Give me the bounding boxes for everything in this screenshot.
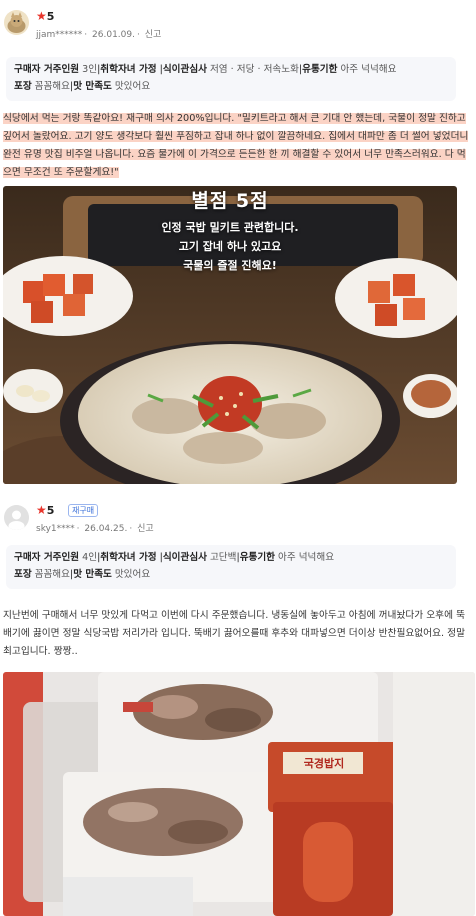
review-text-content: 지난번에 구매해서 너무 맛있게 다먹고 이번에 다시 주문했습니다. 냉동실에…	[3, 610, 465, 657]
star-icon: ★	[36, 503, 47, 517]
photo-overlay: 별점 5점 인정 국밥 밀키트 관련합니다. 고기 잡네 하나 있고요 국물의 …	[3, 186, 457, 273]
avatar[interactable]	[4, 10, 29, 35]
photo-title: 별점 5점	[191, 190, 269, 212]
avatar[interactable]	[4, 505, 29, 530]
attr-key: 구매자 거주인원	[14, 64, 80, 75]
photo-line: 고기 잡네 하나 있고요	[178, 240, 282, 253]
photo-line: 국물의 즐절 진해요!	[183, 259, 277, 272]
rating-value: 5	[46, 10, 55, 23]
review-meta: sky1**** · 26.04.25. · 신고	[36, 524, 154, 534]
attr-key: 취학자녀 가정	[100, 64, 157, 75]
attr-value: 저염 · 저당 · 저속노화	[209, 64, 299, 75]
attr-value: 꼼꼼해요	[34, 569, 70, 580]
attr-value: 고단백	[209, 552, 237, 563]
review-date: 26.01.09.	[92, 30, 135, 40]
attr-value: 맛있어요	[114, 81, 151, 92]
attr-value: 맛있어요	[114, 569, 151, 580]
attr-key: 구매자 거주인원	[14, 552, 80, 563]
repurchase-badge: 재구매	[68, 504, 99, 517]
attr-key: 유통기한	[302, 64, 338, 75]
attr-key: 식이관심사	[162, 64, 207, 75]
username: jjam******	[36, 30, 83, 40]
attr-value: 아주 넉넉해요	[340, 64, 397, 75]
pouch-label: 국경밥지	[303, 757, 345, 770]
report-link[interactable]: 신고	[137, 524, 154, 534]
review-photo[interactable]: 국경밥지	[3, 672, 475, 916]
attr-key: 맛 만족도	[73, 81, 112, 92]
default-user-icon	[4, 505, 29, 530]
attr-key: 식이관심사	[162, 552, 207, 563]
review-meta: jjam****** · 26.01.09. · 신고	[36, 30, 162, 40]
mealkit-package-image	[3, 672, 475, 916]
review-text-content: 식당에서 먹는 거랑 똑같아요! 재구매 의사 200%입니다. "밀키트라고 …	[3, 113, 469, 178]
report-link[interactable]: 신고	[145, 30, 162, 40]
rating-value: 5	[46, 504, 55, 517]
rating: ★5	[36, 503, 54, 517]
attr-value: 4인	[82, 552, 98, 563]
cat-avatar-icon	[4, 10, 29, 35]
review-text: 식당에서 먹는 거랑 똑같아요! 재구매 의사 200%입니다. "밀키트라고 …	[3, 110, 469, 182]
attribute-box: 구매자 거주인원 3인|취학자녀 가정 |식이관심사 저염 · 저당 · 저속노화|유…	[6, 57, 456, 101]
attr-key: 포장	[14, 81, 32, 92]
attr-value: 3인	[82, 64, 98, 75]
star-icon: ★	[36, 9, 47, 23]
attr-key: 포장	[14, 569, 32, 580]
review-date: 26.04.25.	[84, 524, 128, 534]
review-text: 지난번에 구매해서 너무 맛있게 다먹고 이번에 다시 주문했습니다. 냉동실에…	[3, 607, 469, 661]
attr-value: 아주 넉넉해요	[278, 552, 335, 563]
username: sky1****	[36, 524, 75, 534]
rating: ★5	[36, 9, 54, 23]
attribute-box: 구매자 거주인원 4인|취학자녀 가정 |식이관심사 고단백|유통기한 아주 넉넉해요 …	[6, 545, 456, 589]
photo-line: 인정 국밥 밀키트 관련합니다.	[161, 221, 299, 234]
attr-key: 취학자녀 가정	[100, 552, 157, 563]
attr-value: 꼼꼼해요	[34, 81, 70, 92]
attr-key: 유통기한	[239, 552, 276, 563]
review-photo[interactable]: 별점 5점 인정 국밥 밀키트 관련합니다. 고기 잡네 하나 있고요 국물의 …	[3, 186, 457, 484]
attr-key: 맛 만족도	[73, 569, 112, 580]
